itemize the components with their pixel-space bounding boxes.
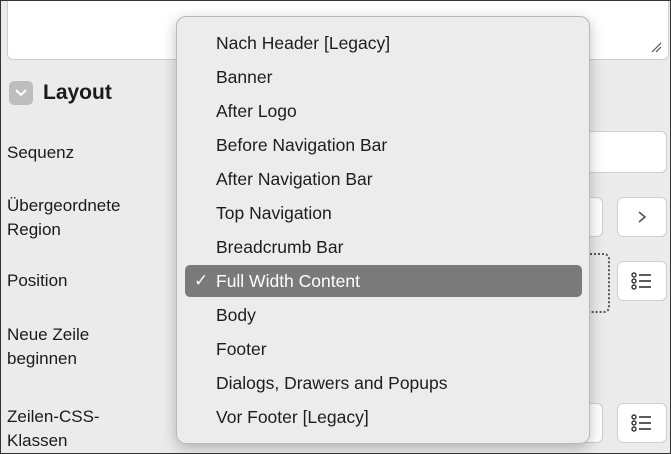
menu-item-full-width-content[interactable]: ✓ Full Width Content bbox=[185, 265, 582, 297]
checkmark-icon: ✓ bbox=[194, 271, 209, 290]
label-neue-zeile-line1: Neue Zeile bbox=[7, 325, 90, 344]
label-zeilen-css-line1: Zeilen-CSS- bbox=[7, 407, 100, 426]
menu-item-nach-header[interactable]: Nach Header [Legacy] bbox=[185, 27, 582, 59]
chevron-down-icon[interactable] bbox=[9, 81, 33, 105]
layout-section-header[interactable]: Layout bbox=[9, 81, 112, 105]
chevron-right-icon bbox=[638, 211, 647, 223]
label-sequenz: Sequenz bbox=[7, 143, 75, 162]
menu-item-after-navigation-bar[interactable]: After Navigation Bar bbox=[185, 163, 582, 195]
menu-item-banner[interactable]: Banner bbox=[185, 61, 582, 93]
menu-item-after-logo[interactable]: After Logo bbox=[185, 95, 582, 127]
label-region-line1: Übergeordnete bbox=[7, 196, 121, 215]
label-position: Position bbox=[7, 271, 68, 290]
menu-item-body[interactable]: Body bbox=[185, 299, 582, 331]
menu-item-before-navigation-bar[interactable]: Before Navigation Bar bbox=[185, 129, 582, 161]
property-editor: Layout Sequenz Übergeordnete Region Posi… bbox=[0, 0, 671, 454]
label-region-line2: Region bbox=[7, 220, 61, 239]
section-title: Layout bbox=[43, 81, 112, 104]
menu-item-footer[interactable]: Footer bbox=[185, 333, 582, 365]
resize-grip-icon[interactable] bbox=[650, 41, 662, 53]
menu-item-vor-footer[interactable]: Vor Footer [Legacy] bbox=[185, 401, 582, 433]
label-neue-zeile-line2: beginnen bbox=[7, 349, 77, 368]
position-dropdown-menu: Nach Header [Legacy] Banner After Logo B… bbox=[176, 16, 590, 444]
position-list-button[interactable] bbox=[617, 261, 667, 301]
menu-item-dialogs-drawers-popups[interactable]: Dialogs, Drawers and Popups bbox=[185, 367, 582, 399]
css-classes-list-button[interactable] bbox=[617, 403, 667, 443]
menu-item-breadcrumb-bar[interactable]: Breadcrumb Bar bbox=[185, 231, 582, 263]
menu-item-label: Full Width Content bbox=[216, 271, 360, 291]
list-icon bbox=[631, 414, 651, 432]
list-icon bbox=[631, 272, 651, 290]
menu-item-top-navigation[interactable]: Top Navigation bbox=[185, 197, 582, 229]
label-zeilen-css-line2: Klassen bbox=[7, 431, 68, 450]
region-picker-button[interactable] bbox=[617, 197, 667, 237]
